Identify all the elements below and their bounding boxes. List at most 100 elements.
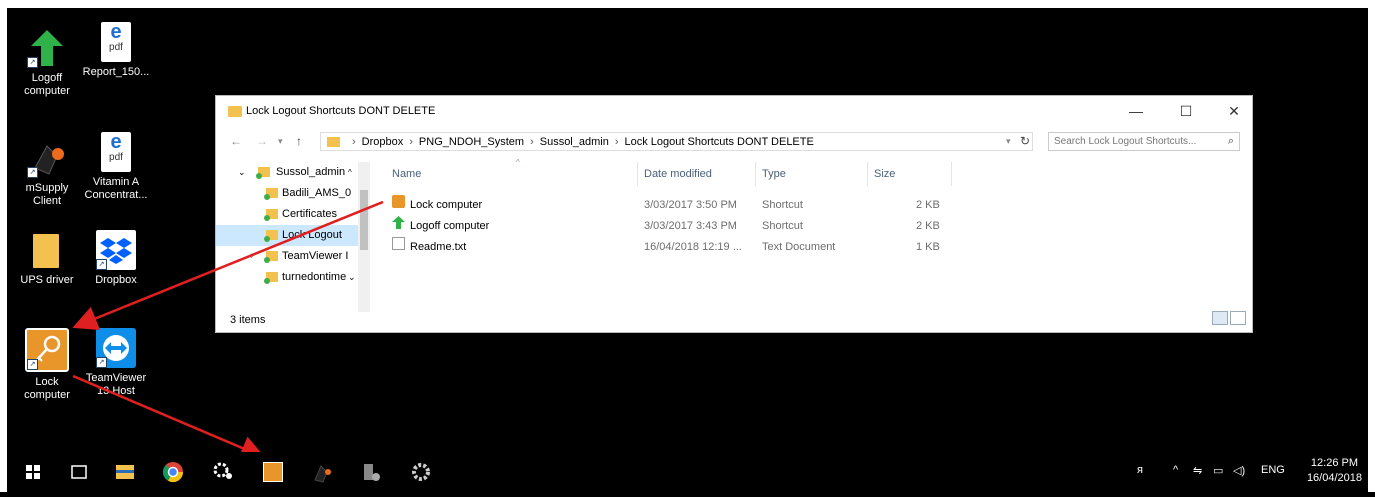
file-name: Lock computer <box>410 199 483 211</box>
network-icon[interactable]: ⇋ <box>1193 464 1202 477</box>
desktop-icon-msupply-client[interactable]: ↗ mSupply Client <box>12 138 82 208</box>
app-gear-icon[interactable] <box>401 452 441 492</box>
volume-icon[interactable]: ◁) <box>1233 464 1245 477</box>
details-view-button[interactable] <box>1212 311 1228 325</box>
settings-gear-icon[interactable] <box>203 452 243 492</box>
folder-icon <box>264 272 278 284</box>
nav-item-label: Certificates <box>282 208 338 220</box>
chevron-down-icon[interactable]: ⌄ <box>238 162 246 183</box>
task-view-icon[interactable] <box>59 452 99 492</box>
desktop-icon-label: computer <box>24 389 70 401</box>
up-arrow-icon[interactable]: ↑ <box>296 134 302 148</box>
nav-item-sussol-admin[interactable]: ⌄ Sussol_admin ^ <box>216 162 358 183</box>
shortcut-overlay-icon: ↗ <box>27 167 38 178</box>
desktop-icon-label: Client <box>32 195 62 207</box>
shortcut-overlay-icon: ↗ <box>27 57 38 68</box>
column-header-size[interactable]: Size <box>868 162 952 186</box>
desktop-icon-label: Report_150... <box>82 66 150 78</box>
file-type: Shortcut <box>762 199 803 211</box>
file-size: 2 KB <box>916 220 940 232</box>
nav-item-badili[interactable]: Badili_AMS_0 <box>216 183 358 204</box>
desktop-icon-label: computer <box>24 85 70 97</box>
breadcrumb-item[interactable]: PNG_NDOH_System <box>419 136 524 148</box>
nav-item-lock-logout[interactable]: Lock Logout <box>216 225 358 246</box>
status-bar-item-count: 3 items <box>230 314 266 326</box>
file-row[interactable]: Readme.txt 16/04/2018 12:19 ... Text Doc… <box>386 237 1252 258</box>
file-explorer-icon[interactable] <box>105 452 145 492</box>
search-placeholder: Search Lock Logout Shortcuts... <box>1054 136 1197 147</box>
desktop-icon-label: TeamViewer <box>85 372 147 384</box>
scrollbar-thumb[interactable] <box>360 190 368 250</box>
start-button[interactable] <box>13 452 53 492</box>
desktop[interactable]: ↗ Logoff computer e pdf Report_150... ↗ … <box>7 8 1368 452</box>
chevron-right-icon[interactable]: › <box>250 246 254 267</box>
desktop-icon-vitamin-a[interactable]: e pdf Vitamin A Concentrat... <box>81 132 151 202</box>
clock[interactable]: 12:26 PM 16/04/2018 <box>1307 456 1362 486</box>
people-icon[interactable]: ᴙ <box>1137 464 1143 476</box>
address-breadcrumb[interactable]: › Dropbox › PNG_NDOH_System › Sussol_admin › Lo… <box>320 132 1033 151</box>
forward-arrow-icon[interactable]: → <box>256 134 268 148</box>
refresh-icon[interactable]: ↻ <box>1020 134 1030 148</box>
desktop-icon-lock-computer[interactable]: ↗ Lock computer <box>12 328 82 402</box>
text-file-icon <box>392 237 405 250</box>
file-row[interactable]: Logoff computer 3/03/2017 3:43 PM Shortc… <box>386 216 1252 237</box>
desktop-icon-label: Lock <box>35 376 59 388</box>
back-arrow-icon[interactable]: ← <box>230 134 242 148</box>
column-header-type[interactable]: Type <box>756 162 868 186</box>
scroll-down-icon[interactable]: ⌄ <box>348 267 356 288</box>
desktop-icon-label: Logoff <box>31 72 63 84</box>
clock-time: 12:26 PM <box>1310 457 1359 469</box>
folder-icon <box>228 106 242 117</box>
nav-item-label: TeamViewer I <box>282 250 349 262</box>
chevron-right-icon: › <box>530 136 534 148</box>
breadcrumb-item[interactable]: Lock Logout Shortcuts DONT DELETE <box>625 136 814 148</box>
search-input[interactable]: Search Lock Logout Shortcuts... ⌕ <box>1048 132 1240 151</box>
close-button[interactable]: ✕ <box>1216 100 1252 122</box>
display-icon[interactable]: ▭ <box>1213 464 1223 477</box>
desktop-icon-label: Concentrat... <box>84 189 148 201</box>
desktop-icon-teamviewer[interactable]: ↗ TeamViewer 13 Host <box>81 328 151 398</box>
chrome-icon[interactable] <box>153 452 193 492</box>
sort-ascending-icon: ^ <box>516 158 520 167</box>
window-titlebar[interactable]: Lock Logout Shortcuts DONT DELETE — ☐ ✕ <box>216 96 1252 126</box>
large-icons-view-button[interactable] <box>1230 311 1246 325</box>
shortcut-overlay-icon: ↗ <box>96 259 107 270</box>
chevron-up-icon[interactable]: ^ <box>1173 464 1178 476</box>
chevron-down-icon[interactable]: ▾ <box>1006 136 1011 147</box>
nav-scrollbar[interactable] <box>358 162 370 312</box>
breadcrumb-item[interactable]: Dropbox <box>362 136 404 148</box>
key-icon <box>392 195 405 208</box>
key-icon: ↗ <box>25 328 69 372</box>
minimize-button[interactable]: — <box>1118 100 1154 122</box>
breadcrumb-item[interactable]: Sussol_admin <box>540 136 609 148</box>
lock-key-taskbar-icon[interactable] <box>253 452 293 492</box>
folder-icon <box>264 251 278 263</box>
language-indicator[interactable]: ENG <box>1261 464 1285 476</box>
maximize-button[interactable]: ☐ <box>1168 100 1204 122</box>
dropbox-icon: ↗ <box>96 230 136 270</box>
file-date: 16/04/2018 12:19 ... <box>644 241 742 253</box>
server-app-icon[interactable] <box>351 452 391 492</box>
column-header-date[interactable]: Date modified <box>638 162 756 186</box>
explorer-window[interactable]: Lock Logout Shortcuts DONT DELETE — ☐ ✕ … <box>215 95 1253 333</box>
column-header-name[interactable]: Name <box>386 162 638 186</box>
desktop-icon-ups-driver[interactable]: UPS driver <box>12 230 82 287</box>
desktop-icon-dropbox[interactable]: ↗ Dropbox <box>81 230 151 287</box>
nav-item-turnedontime[interactable]: turnedontime ⌄ <box>216 267 358 288</box>
file-row[interactable]: Lock computer 3/03/2017 3:50 PM Shortcut… <box>386 195 1252 216</box>
desktop-icon-logoff-computer[interactable]: ↗ Logoff computer <box>12 28 82 98</box>
desktop-icon-label: 13 Host <box>97 385 135 397</box>
desktop-icon-label: mSupply <box>25 182 69 194</box>
desktop-icon-label: UPS driver <box>20 274 74 286</box>
pdf-e-glyph: e <box>110 131 122 153</box>
msupply-taskbar-icon[interactable] <box>303 452 343 492</box>
desktop-icon-report[interactable]: e pdf Report_150... <box>81 22 151 79</box>
nav-item-certificates[interactable]: Certificates <box>216 204 358 225</box>
nav-item-label: Badili_AMS_0 <box>282 187 352 199</box>
nav-item-teamviewer[interactable]: › TeamViewer I <box>216 246 358 267</box>
folder-icon <box>264 209 278 221</box>
scroll-up-icon[interactable]: ^ <box>348 162 352 183</box>
file-type: Text Document <box>762 241 836 253</box>
chevron-down-icon[interactable]: ▾ <box>278 136 283 147</box>
folder-icon <box>327 137 340 148</box>
